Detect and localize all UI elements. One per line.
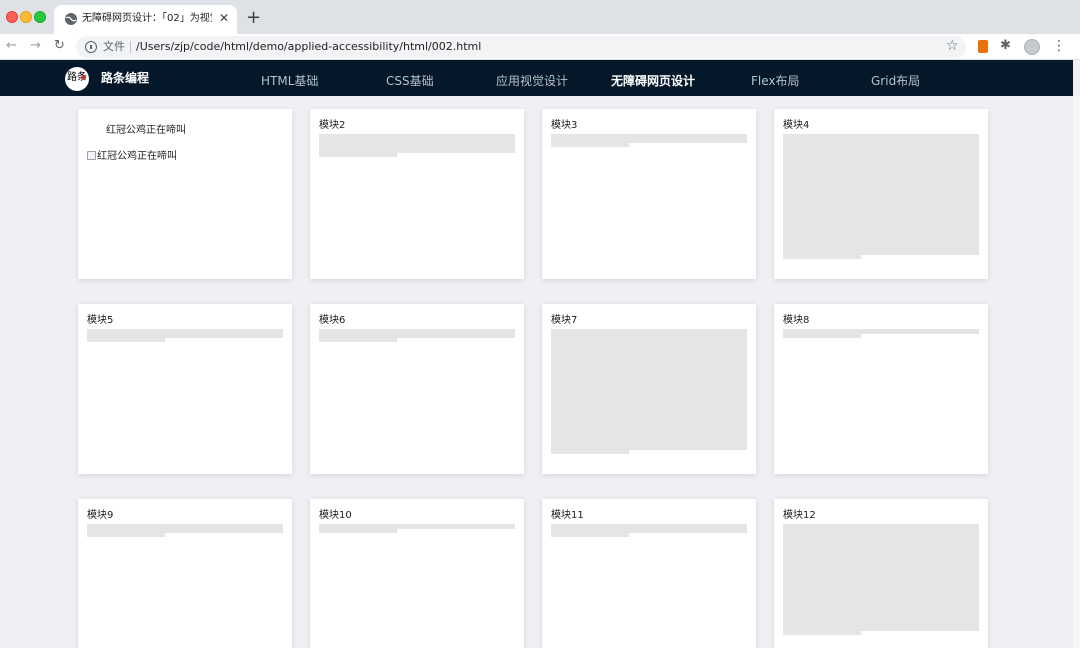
puzzle-extensions-icon[interactable]: ✱: [1000, 37, 1011, 55]
card-title: 模块6: [319, 315, 346, 326]
image-placeholder: [319, 134, 515, 153]
module-card: 模块10: [310, 499, 524, 648]
text-placeholder: [319, 153, 397, 157]
broken-image-icon: [87, 151, 96, 160]
text-placeholder: [319, 529, 397, 533]
module-card: 模块2: [310, 109, 524, 279]
browser-tab-strip: 无障碍网页设计：「02」为视觉 ✕ +: [0, 0, 1080, 34]
globe-icon: [65, 13, 77, 25]
broken-image: 红冠公鸡正在啼叫: [87, 144, 177, 162]
url-divider: [130, 41, 131, 53]
text-placeholder: [551, 533, 629, 537]
card-title: 模块3: [551, 120, 578, 131]
extension-icon[interactable]: [978, 40, 988, 53]
module-card: 模块4: [774, 109, 988, 279]
text-placeholder: [783, 631, 861, 635]
close-window-button[interactable]: [6, 11, 18, 23]
nav-item-accessibility[interactable]: 无障碍网页设计: [611, 73, 695, 89]
minimize-window-button[interactable]: [20, 11, 32, 23]
logo-seal-icon: [81, 75, 86, 80]
image-placeholder: [783, 524, 979, 631]
module-card: 模块3: [542, 109, 756, 279]
card-title: 模块7: [551, 315, 578, 326]
browser-tab[interactable]: 无障碍网页设计：「02」为视觉 ✕: [54, 5, 237, 34]
url-scheme-label: 文件: [103, 40, 125, 53]
text-placeholder: [87, 533, 165, 537]
module-card: 模块7: [542, 304, 756, 474]
text-placeholder: [87, 338, 165, 342]
card-title: 模块4: [783, 120, 810, 131]
card-title: 模块10: [319, 510, 352, 521]
image-placeholder: [783, 134, 979, 255]
text-placeholder: [551, 143, 629, 147]
text-placeholder: [783, 255, 861, 259]
bookmark-star-icon[interactable]: ☆: [946, 37, 959, 55]
module-card: 模块12: [774, 499, 988, 648]
address-bar[interactable]: 文件 /Users/zjp/code/html/demo/applied-acc…: [76, 36, 966, 58]
module-card: 模块6: [310, 304, 524, 474]
close-tab-icon[interactable]: ✕: [219, 10, 229, 26]
profile-avatar[interactable]: [1024, 39, 1040, 55]
page-scrollbar[interactable]: [1073, 96, 1080, 648]
card-title: 模块9: [87, 510, 114, 521]
image-caption: 红冠公鸡正在啼叫: [106, 125, 186, 136]
nav-item-visual-design[interactable]: 应用视觉设计: [496, 73, 568, 89]
image-placeholder: [551, 134, 747, 143]
text-placeholder: [783, 334, 861, 338]
nav-item-html[interactable]: HTML基础: [261, 73, 318, 89]
module-card: 模块5: [78, 304, 292, 474]
nav-item-grid[interactable]: Grid布局: [871, 73, 920, 89]
url-text[interactable]: /Users/zjp/code/html/demo/applied-access…: [136, 40, 481, 54]
text-placeholder: [551, 450, 629, 454]
nav-item-flex[interactable]: Flex布局: [751, 73, 800, 89]
maximize-window-button[interactable]: [34, 11, 46, 23]
card-title: 模块5: [87, 315, 114, 326]
module-card: 模块8: [774, 304, 988, 474]
card-title: 模块11: [551, 510, 584, 521]
card-title: 模块2: [319, 120, 346, 131]
image-placeholder: [551, 329, 747, 450]
tab-title: 无障碍网页设计：「02」为视觉: [82, 13, 212, 24]
browser-toolbar: ← → ↻ 文件 /Users/zjp/code/html/demo/appli…: [0, 34, 1080, 60]
reload-icon[interactable]: ↻: [54, 38, 65, 54]
new-tab-button[interactable]: +: [246, 8, 261, 28]
image-placeholder: [319, 329, 515, 338]
site-logo[interactable]: 路条: [65, 67, 89, 91]
site-header: 路条 路条编程 HTML基础 CSS基础 应用视觉设计 无障碍网页设计 Flex…: [0, 60, 1073, 96]
image-placeholder: [87, 524, 283, 533]
module-card: 模块11: [542, 499, 756, 648]
module-card: 模块9: [78, 499, 292, 648]
image-placeholder: [87, 329, 283, 338]
text-placeholder: [319, 338, 397, 342]
card-title: 模块8: [783, 315, 810, 326]
image-alt-text: 红冠公鸡正在啼叫: [97, 151, 177, 162]
nav-item-css[interactable]: CSS基础: [386, 73, 434, 89]
forward-arrow-icon[interactable]: →: [30, 38, 41, 54]
module-card: 红冠公鸡正在啼叫 红冠公鸡正在啼叫: [78, 109, 292, 279]
card-title: 模块12: [783, 510, 816, 521]
back-arrow-icon[interactable]: ←: [6, 38, 17, 54]
image-placeholder: [551, 524, 747, 533]
brand-name[interactable]: 路条编程: [101, 70, 149, 86]
more-menu-icon[interactable]: ⋮: [1052, 37, 1066, 55]
info-icon[interactable]: [85, 41, 97, 53]
